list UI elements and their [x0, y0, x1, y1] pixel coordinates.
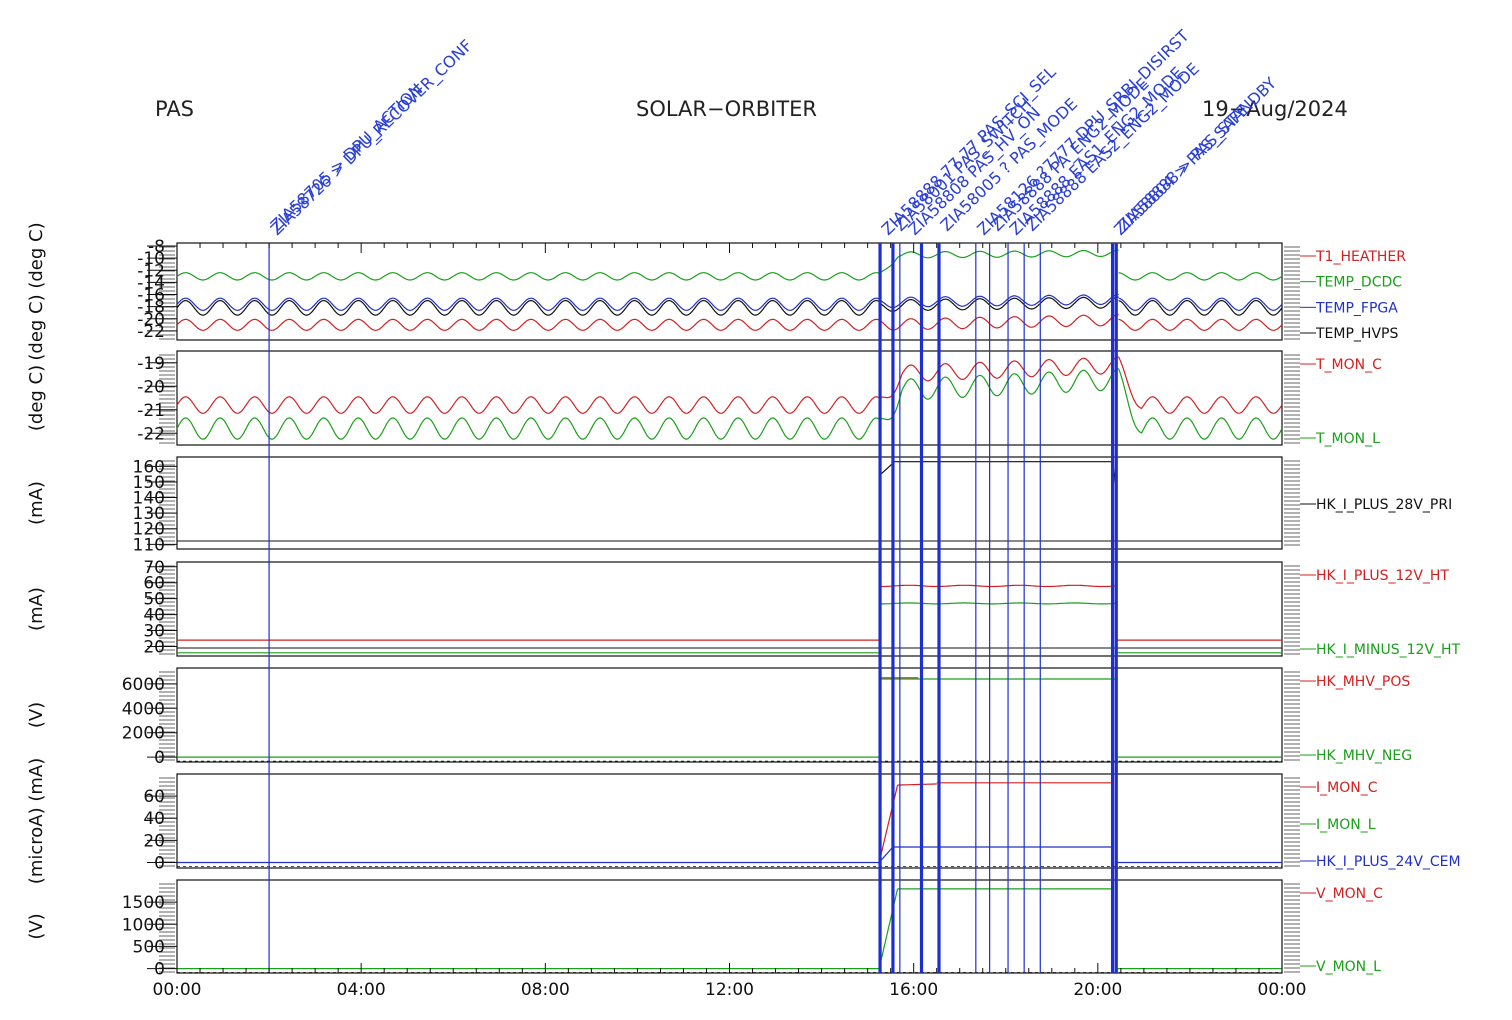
x-tick-label: 04:00 [337, 980, 386, 1000]
y-unit-label: (microA) (mA) [26, 758, 47, 884]
y-tick-label: 0 [154, 960, 165, 980]
mission-title: SOLAR−ORBITER [636, 97, 817, 121]
legend-label: T1_HEATHER [1315, 249, 1406, 265]
series-line-temp-dcdc [1118, 272, 1283, 281]
series-line-temp-hvps [1118, 300, 1283, 316]
event-annotations: ZIA58726 > DPU_RECOVER_CONFZIA58705 > DP… [267, 26, 1281, 240]
y-tick-label: 2000 [122, 724, 165, 744]
y-tick-label: 0 [154, 853, 165, 873]
panel-2: -19 -20 -21 -22 (deg C) T_MON_C T_MON_L [26, 350, 1382, 447]
y-tick-label: 0 [154, 748, 165, 768]
y-unit-label: (deg C) (deg C) [26, 222, 47, 360]
y-tick-label: 40 [143, 809, 165, 829]
y-tick-label: -22 [137, 424, 165, 444]
series-line-i-mon-c [878, 784, 899, 863]
event-markers [268, 243, 1118, 973]
panel-4: 706050403020(mA)HK_I_PLUS_12V_HTHK_I_MIN… [26, 558, 1461, 658]
y-tick-label: -21 [137, 401, 165, 421]
y-tick-label: 4000 [122, 699, 165, 719]
legend-label: HK_I_MINUS_12V_HT [1316, 642, 1461, 658]
x-tick-label: 16:00 [889, 980, 938, 1000]
legend-label: HK_MHV_NEG [1316, 748, 1412, 764]
y-tick-label: 20 [143, 831, 165, 851]
y-tick-label: 110 [133, 535, 165, 555]
y-unit-label: (mA) [26, 481, 47, 525]
legend-label: TEMP_HVPS [1315, 326, 1398, 342]
legend-label: TEMP_FPGA [1315, 300, 1398, 316]
series-line-t-mon-l [878, 368, 1119, 421]
legend-label: T_MON_C [1315, 357, 1382, 373]
y-unit-label: (V) [26, 702, 47, 728]
x-tick-label: 20:00 [1073, 980, 1122, 1000]
series-line-t-mon-c [176, 396, 880, 414]
x-tick-label: 12:00 [705, 980, 754, 1000]
panel-3: 160150140130120110(mA) HK_I_PLUS_28V_PRI [26, 456, 1452, 555]
y-tick-label: 60 [143, 787, 165, 807]
series-line-t1-heather [1118, 318, 1283, 331]
legend-label: I_MON_L [1316, 817, 1376, 833]
series-line-temp-dcdc [878, 249, 1119, 275]
x-tick-label: 08:00 [521, 980, 570, 1000]
time-axis: 00:00 04:00 08:00 12:00 16:00 20:00 00:00 [153, 243, 1307, 1000]
panel-6: 6040200 (microA) (mA) I_MON_C I_MON_L HK_I_P… [26, 758, 1461, 884]
y-tick-label: -19 [137, 354, 165, 374]
legend-label: T_MON_L [1315, 431, 1380, 447]
legend-label: HK_I_PLUS_24V_CEM [1316, 854, 1461, 870]
y-unit-label: (deg C) [26, 365, 47, 431]
series-line-t-mon-c [1118, 356, 1283, 414]
y-tick-label: -22 [137, 322, 165, 342]
y-unit-label: (V) [26, 913, 47, 939]
series-line-t-mon-c [878, 356, 1119, 399]
series-line-t1-heather [878, 314, 1119, 331]
y-tick-label: 6000 [122, 675, 165, 695]
event-annotation: ZIA58705 > DPU_ACTION [267, 80, 427, 236]
legend-label: HK_MHV_POS [1316, 674, 1410, 690]
legend-label: HK_I_PLUS_28V_PRI [1316, 497, 1452, 513]
series-line-hk-i-plus-12v-ht [879, 584, 1117, 588]
y-unit-label: (mA) [26, 587, 47, 631]
y-tick-label: 1000 [122, 915, 165, 935]
y-tick-label: 1500 [122, 893, 165, 913]
legend-label: I_MON_C [1316, 780, 1378, 796]
panel-5: 6000 4000 2000 0 (V) HK_MHV_POS HK_MHV_NEG [26, 667, 1412, 768]
y-tick-label: 20 [143, 637, 165, 657]
series-line-i-mon-c [897, 783, 937, 786]
legend-label: TEMP_DCDC [1315, 275, 1402, 291]
series-line-temp-dcdc [176, 272, 880, 281]
panel-1: -8-10-12-14-16-18-20-22(deg C) (deg C) T1… [26, 222, 1406, 360]
housekeeping-chart: PAS SOLAR−ORBITER 19−Aug/2024 -8-10-12-1… [26, 26, 1461, 1000]
instrument-label: PAS [155, 97, 194, 121]
x-tick-label: 00:00 [1258, 980, 1307, 1000]
panels-group: -8-10-12-14-16-18-20-22(deg C) (deg C) T1… [26, 222, 1461, 979]
series-line-t-mon-l [176, 417, 880, 440]
x-tick-label: 00:00 [153, 980, 202, 1000]
panel-7: 15001000500 0 (V) V_MON_C V_MON_L [26, 879, 1383, 980]
series-line-t-mon-l [1118, 368, 1283, 440]
series-line-temp-fpga [176, 297, 880, 311]
y-tick-label: 500 [133, 937, 165, 957]
legend-label: V_MON_L [1316, 959, 1381, 975]
series-line-t1-heather [176, 318, 880, 331]
legend-label: HK_I_PLUS_12V_HT [1316, 568, 1449, 584]
series-line-hk-i-minus-12v-ht [879, 602, 1117, 605]
y-tick-label: -20 [137, 377, 165, 397]
series-line-v-mon-l [878, 888, 899, 969]
legend-label: V_MON_C [1316, 886, 1383, 902]
